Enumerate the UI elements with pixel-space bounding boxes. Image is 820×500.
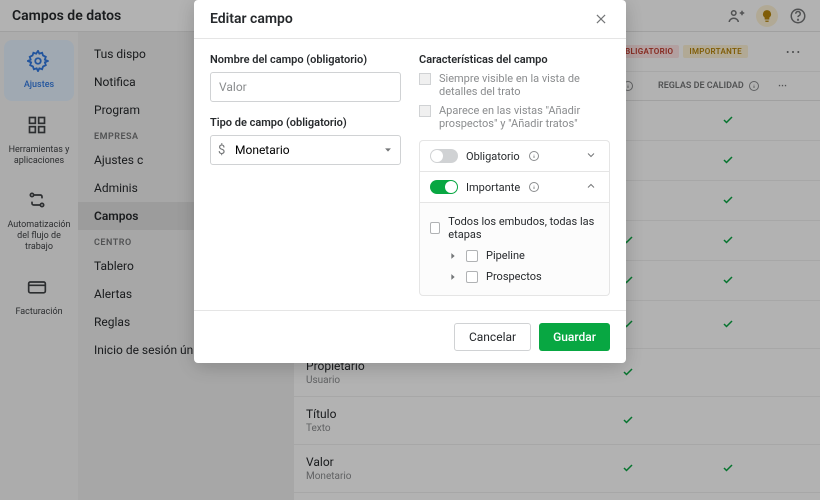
chevron-down-icon[interactable] [585, 149, 599, 163]
nombre-label: Nombre del campo (obligatorio) [210, 53, 401, 66]
caracteristicas-label: Características del campo [419, 53, 610, 66]
close-icon[interactable] [592, 10, 610, 28]
checkbox[interactable] [466, 250, 478, 262]
char-aparece: Aparece en las vistas "Añadir prospectos… [419, 104, 610, 130]
toggle-row-obligatorio: Obligatorio [419, 140, 610, 171]
tipo-label: Tipo de campo (obligatorio) [210, 116, 401, 129]
checkbox-label: Prospectos [486, 270, 542, 283]
toggle-label: Obligatorio [466, 150, 520, 163]
modal-title: Editar campo [210, 11, 293, 27]
checkbox-disabled [419, 73, 431, 85]
chevron-right-icon [448, 272, 458, 282]
checkbox-label: Todos los embudos, todas las etapas [448, 215, 599, 241]
modal-header: Editar campo [194, 0, 626, 39]
checkbox-row-prospectos[interactable]: Prospectos [430, 266, 599, 287]
modal-right: Características del campo Siempre visibl… [419, 53, 610, 296]
expand-panel: Todos los embudos, todas las etapas Pipe… [419, 203, 610, 296]
checkbox[interactable] [430, 222, 440, 234]
modal-body: Nombre del campo (obligatorio) Tipo de c… [194, 39, 626, 310]
checkbox[interactable] [466, 271, 478, 283]
checkbox-label: Pipeline [486, 249, 525, 262]
nombre-input[interactable] [210, 72, 401, 102]
modal-footer: Cancelar Guardar [194, 310, 626, 363]
toggle-row-importante: Importante [419, 171, 610, 203]
cancel-button[interactable]: Cancelar [454, 323, 531, 351]
chevron-up-icon[interactable] [585, 180, 599, 194]
tipo-select[interactable]: Monetario [210, 135, 401, 165]
currency-icon: $ [218, 143, 225, 158]
chevron-right-icon [448, 251, 458, 261]
checkbox-row-pipeline[interactable]: Pipeline [430, 245, 599, 266]
checkbox-row-todos[interactable]: Todos los embudos, todas las etapas [430, 211, 599, 245]
info-icon [528, 181, 540, 193]
info-icon [528, 150, 540, 162]
char-siempre: Siempre visible en la vista de detalles … [419, 72, 610, 98]
modal-left: Nombre del campo (obligatorio) Tipo de c… [210, 53, 401, 296]
edit-field-modal: Editar campo Nombre del campo (obligator… [194, 0, 626, 363]
save-button[interactable]: Guardar [539, 323, 610, 351]
toggle-label: Importante [466, 181, 520, 194]
checkbox-disabled [419, 105, 431, 117]
toggle-importante[interactable] [430, 180, 458, 194]
toggle-obligatorio[interactable] [430, 149, 458, 163]
